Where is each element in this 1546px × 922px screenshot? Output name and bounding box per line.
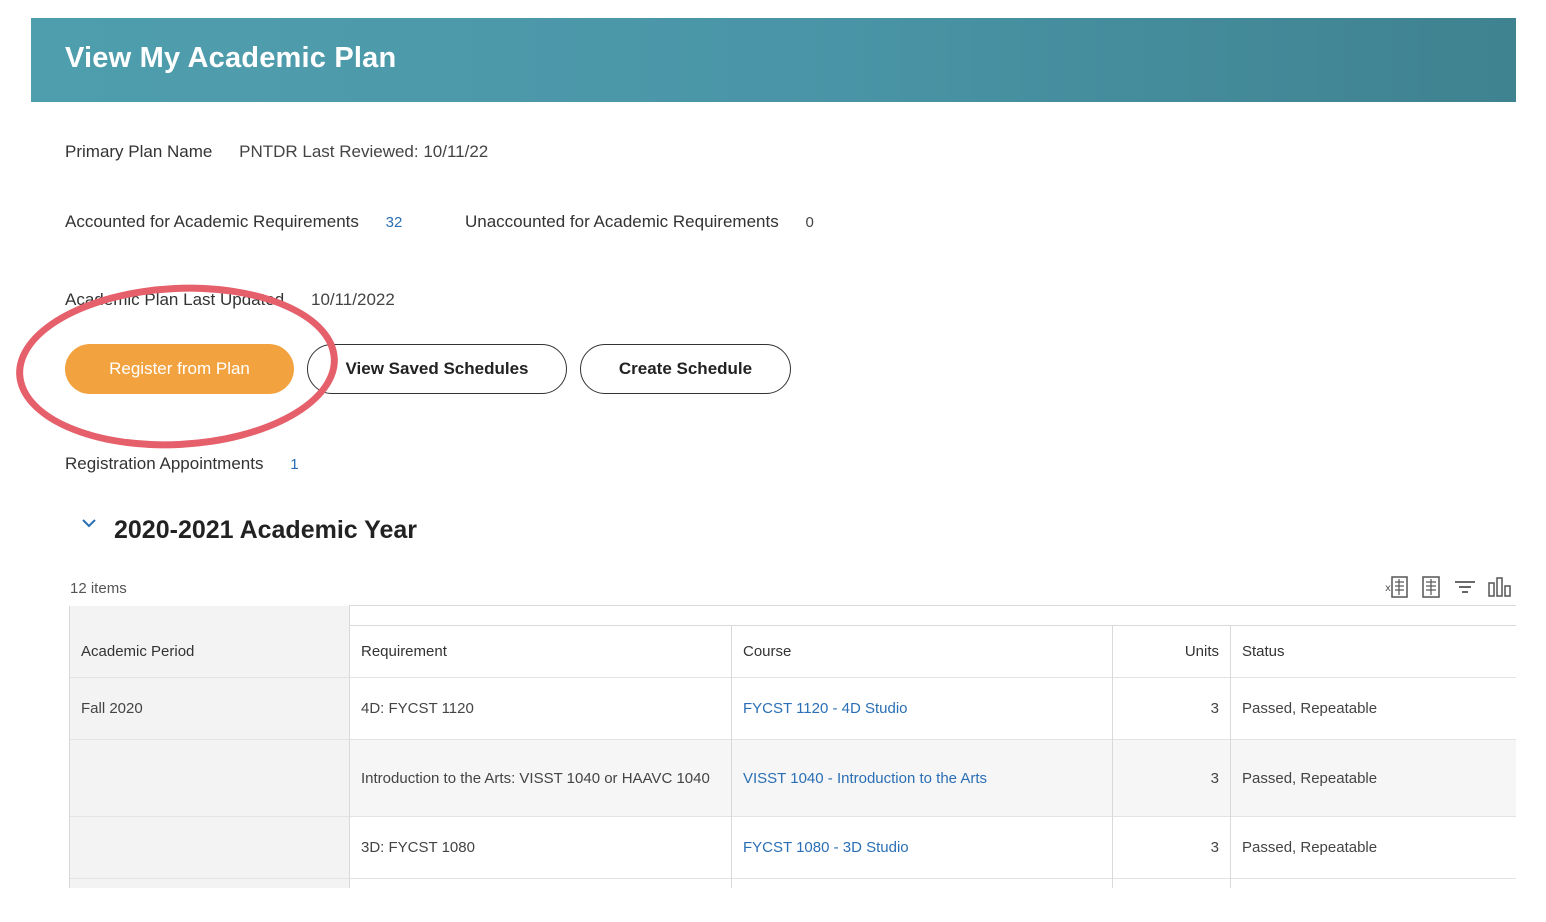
academic-year-title: 2020-2021 Academic Year <box>114 516 418 544</box>
page-header: View My Academic Plan <box>31 18 1516 102</box>
cell-academic-period: Fall 2020 <box>69 677 350 740</box>
last-updated-row: Academic Plan Last Updated 10/11/2022 <box>65 290 395 310</box>
column-header-units[interactable]: Units <box>1112 625 1231 678</box>
export-pdf-icon[interactable] <box>1418 574 1444 600</box>
column-header-status[interactable]: Status <box>1230 625 1516 678</box>
last-updated-label: Academic Plan Last Updated <box>65 290 285 309</box>
column-header-academic-period[interactable]: Academic Period <box>69 625 350 678</box>
page-title: View My Academic Plan <box>65 42 397 74</box>
registration-label: Registration Appointments <box>65 454 264 473</box>
export-excel-icon[interactable]: x <box>1384 574 1410 600</box>
table-row: Introduction to the Arts: VISST 1040 or … <box>69 739 1516 817</box>
registration-count-link[interactable]: 1 <box>290 456 298 473</box>
primary-plan-label: Primary Plan Name <box>65 142 213 161</box>
course-link[interactable]: FYCST 1080 - 3D Studio <box>731 816 1113 879</box>
primary-plan-row: Primary Plan Name PNTDR Last Reviewed: 1… <box>65 142 488 162</box>
filter-icon[interactable] <box>1452 574 1478 600</box>
view-saved-schedules-button[interactable]: View Saved Schedules <box>307 344 567 394</box>
cell-academic-period <box>69 739 350 817</box>
registration-row: Registration Appointments 1 <box>65 454 299 474</box>
cell-units: 3 <box>1112 739 1231 817</box>
svg-text:x: x <box>1385 583 1391 594</box>
create-schedule-button[interactable]: Create Schedule <box>580 344 791 394</box>
accounted-row: Accounted for Academic Requirements 32 <box>65 212 402 232</box>
column-header-course[interactable]: Course <box>731 625 1113 678</box>
chart-icon[interactable] <box>1486 574 1514 600</box>
cell-status: Passed, Repeatable <box>1230 739 1516 817</box>
course-link[interactable]: VISST 1040 - Introduction to the Arts <box>731 739 1113 817</box>
unaccounted-row: Unaccounted for Academic Requirements 0 <box>465 212 814 232</box>
cell-academic-period <box>69 816 350 879</box>
last-updated-value: 10/11/2022 <box>310 290 395 309</box>
table-row: Fall 2020 4D: FYCST 1120 FYCST 1120 - 4D… <box>69 677 1516 740</box>
cell-status: Passed, Repeatable <box>1230 677 1516 740</box>
accounted-count-link[interactable]: 32 <box>386 214 403 231</box>
register-from-plan-button[interactable]: Register from Plan <box>65 344 294 394</box>
cell-status: Passed, Repeatable <box>1230 816 1516 879</box>
header-spacer <box>69 605 350 626</box>
cell-requirement: 4D: FYCST 1120 <box>349 677 732 740</box>
column-header-requirement[interactable]: Requirement <box>349 625 732 678</box>
header-spacer-group <box>349 605 1516 626</box>
cell-units: 3 <box>1112 677 1231 740</box>
cell-units: 3 <box>1112 816 1231 879</box>
items-count: 12 items <box>70 580 127 597</box>
primary-plan-value: PNTDR Last Reviewed: 10/11/22 <box>239 142 489 161</box>
chevron-down-icon[interactable] <box>80 514 98 532</box>
table-row-partial <box>69 878 1516 888</box>
course-link[interactable]: FYCST 1120 - 4D Studio <box>731 677 1113 740</box>
unaccounted-count: 0 <box>805 214 814 231</box>
cell-requirement: Introduction to the Arts: VISST 1040 or … <box>349 739 732 817</box>
unaccounted-label: Unaccounted for Academic Requirements <box>465 212 779 231</box>
accounted-label: Accounted for Academic Requirements <box>65 212 359 231</box>
academic-plan-table: Academic Period Requirement Course Units… <box>69 605 1516 888</box>
cell-requirement: 3D: FYCST 1080 <box>349 816 732 879</box>
table-toolbar: x <box>1384 574 1514 600</box>
table-row: 3D: FYCST 1080 FYCST 1080 - 3D Studio 3 … <box>69 816 1516 879</box>
